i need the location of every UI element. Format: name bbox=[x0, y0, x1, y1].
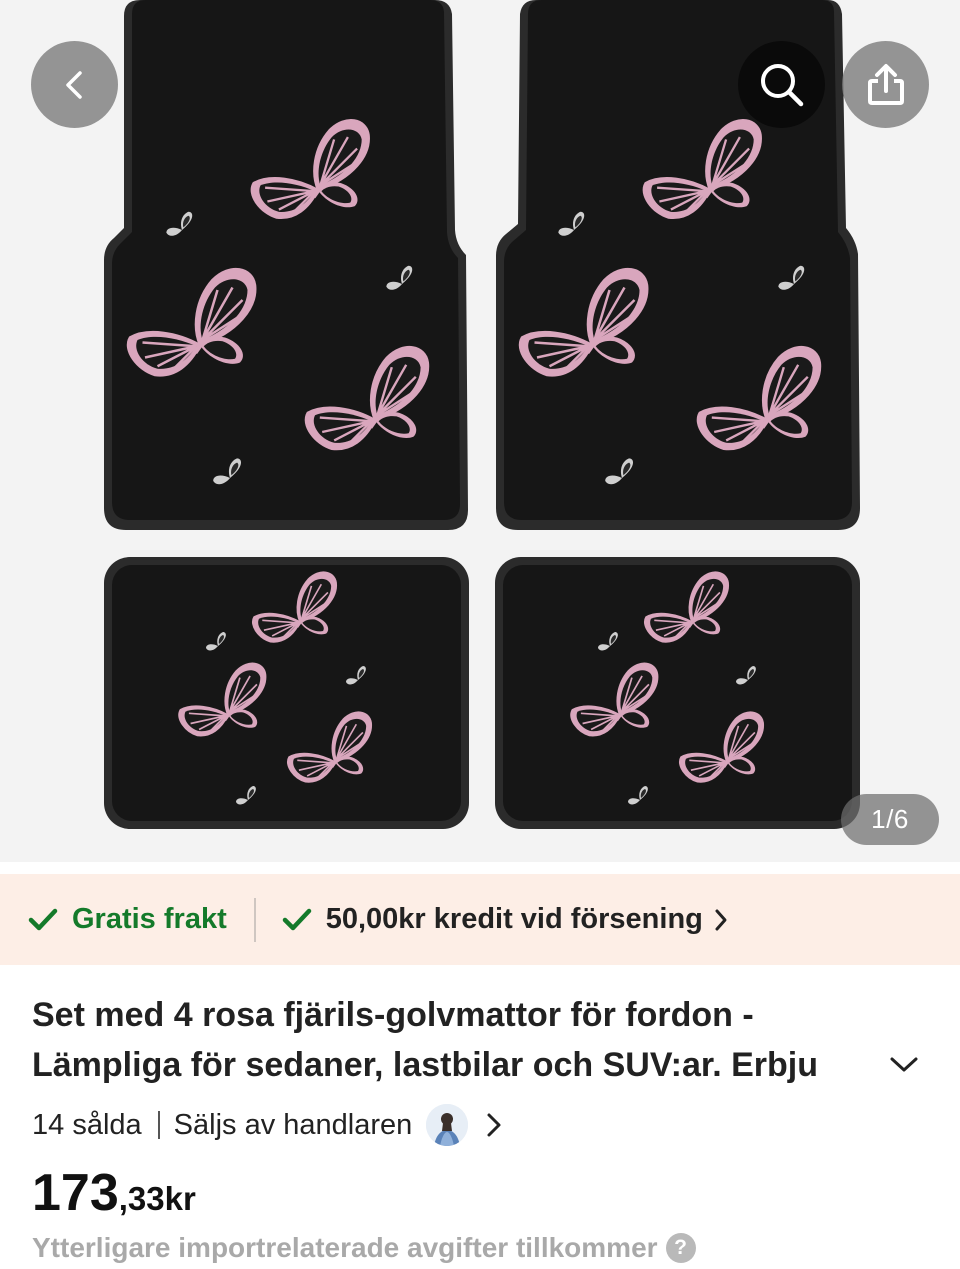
product-title: Set med 4 rosa fjärils-golvmattor för fo… bbox=[32, 990, 862, 1090]
product-title-line-2: Lämpliga för sedaner, lastbilar och SUV:… bbox=[32, 1046, 819, 1084]
free-shipping-label: Gratis frakt bbox=[72, 903, 227, 935]
product-image-gallery[interactable]: 1/6 bbox=[0, 0, 960, 862]
product-price: 173 ,33kr bbox=[32, 1163, 196, 1223]
chevron-right-icon bbox=[715, 909, 727, 930]
meta-divider bbox=[157, 1111, 160, 1139]
product-meta: 14 sålda Säljs av handlaren bbox=[32, 1100, 502, 1150]
chevron-down-icon bbox=[890, 1057, 918, 1072]
delay-credit-link[interactable]: 50,00kr kredit vid försening bbox=[282, 903, 729, 936]
product-title-line-1: Set med 4 rosa fjärils-golvmattor för fo… bbox=[32, 996, 754, 1034]
banner-divider bbox=[253, 897, 256, 942]
title-fade bbox=[822, 1040, 862, 1090]
import-fees-note: Ytterligare importrelaterade avgifter ti… bbox=[32, 1232, 696, 1264]
check-icon bbox=[28, 908, 58, 930]
question-icon[interactable]: ? bbox=[665, 1233, 696, 1263]
chevron-right-icon bbox=[487, 1113, 501, 1137]
delay-credit-label: 50,00kr kredit vid försening bbox=[325, 903, 703, 935]
chevron-left-icon bbox=[65, 70, 82, 99]
price-integer: 173 bbox=[32, 1164, 119, 1222]
price-decimals: ,33kr bbox=[118, 1180, 196, 1217]
search-button[interactable] bbox=[738, 41, 825, 128]
seller-link[interactable]: Säljs av handlaren bbox=[174, 1104, 503, 1146]
back-button[interactable] bbox=[31, 41, 118, 128]
share-button[interactable] bbox=[842, 41, 929, 128]
expand-title-button[interactable] bbox=[884, 1045, 924, 1085]
share-icon bbox=[867, 63, 904, 105]
shipping-banner: Gratis frakt 50,00kr kredit vid försenin… bbox=[0, 874, 960, 965]
sold-count: 14 sålda bbox=[32, 1108, 142, 1141]
seller-label: Säljs av handlaren bbox=[173, 1108, 413, 1141]
import-fees-label: Ytterligare importrelaterade avgifter ti… bbox=[32, 1232, 658, 1263]
image-counter: 1/6 bbox=[841, 794, 939, 845]
free-shipping: Gratis frakt bbox=[28, 903, 227, 936]
seller-avatar bbox=[426, 1104, 469, 1146]
check-icon bbox=[282, 908, 311, 930]
search-icon bbox=[760, 63, 803, 106]
product-image bbox=[104, 0, 860, 829]
